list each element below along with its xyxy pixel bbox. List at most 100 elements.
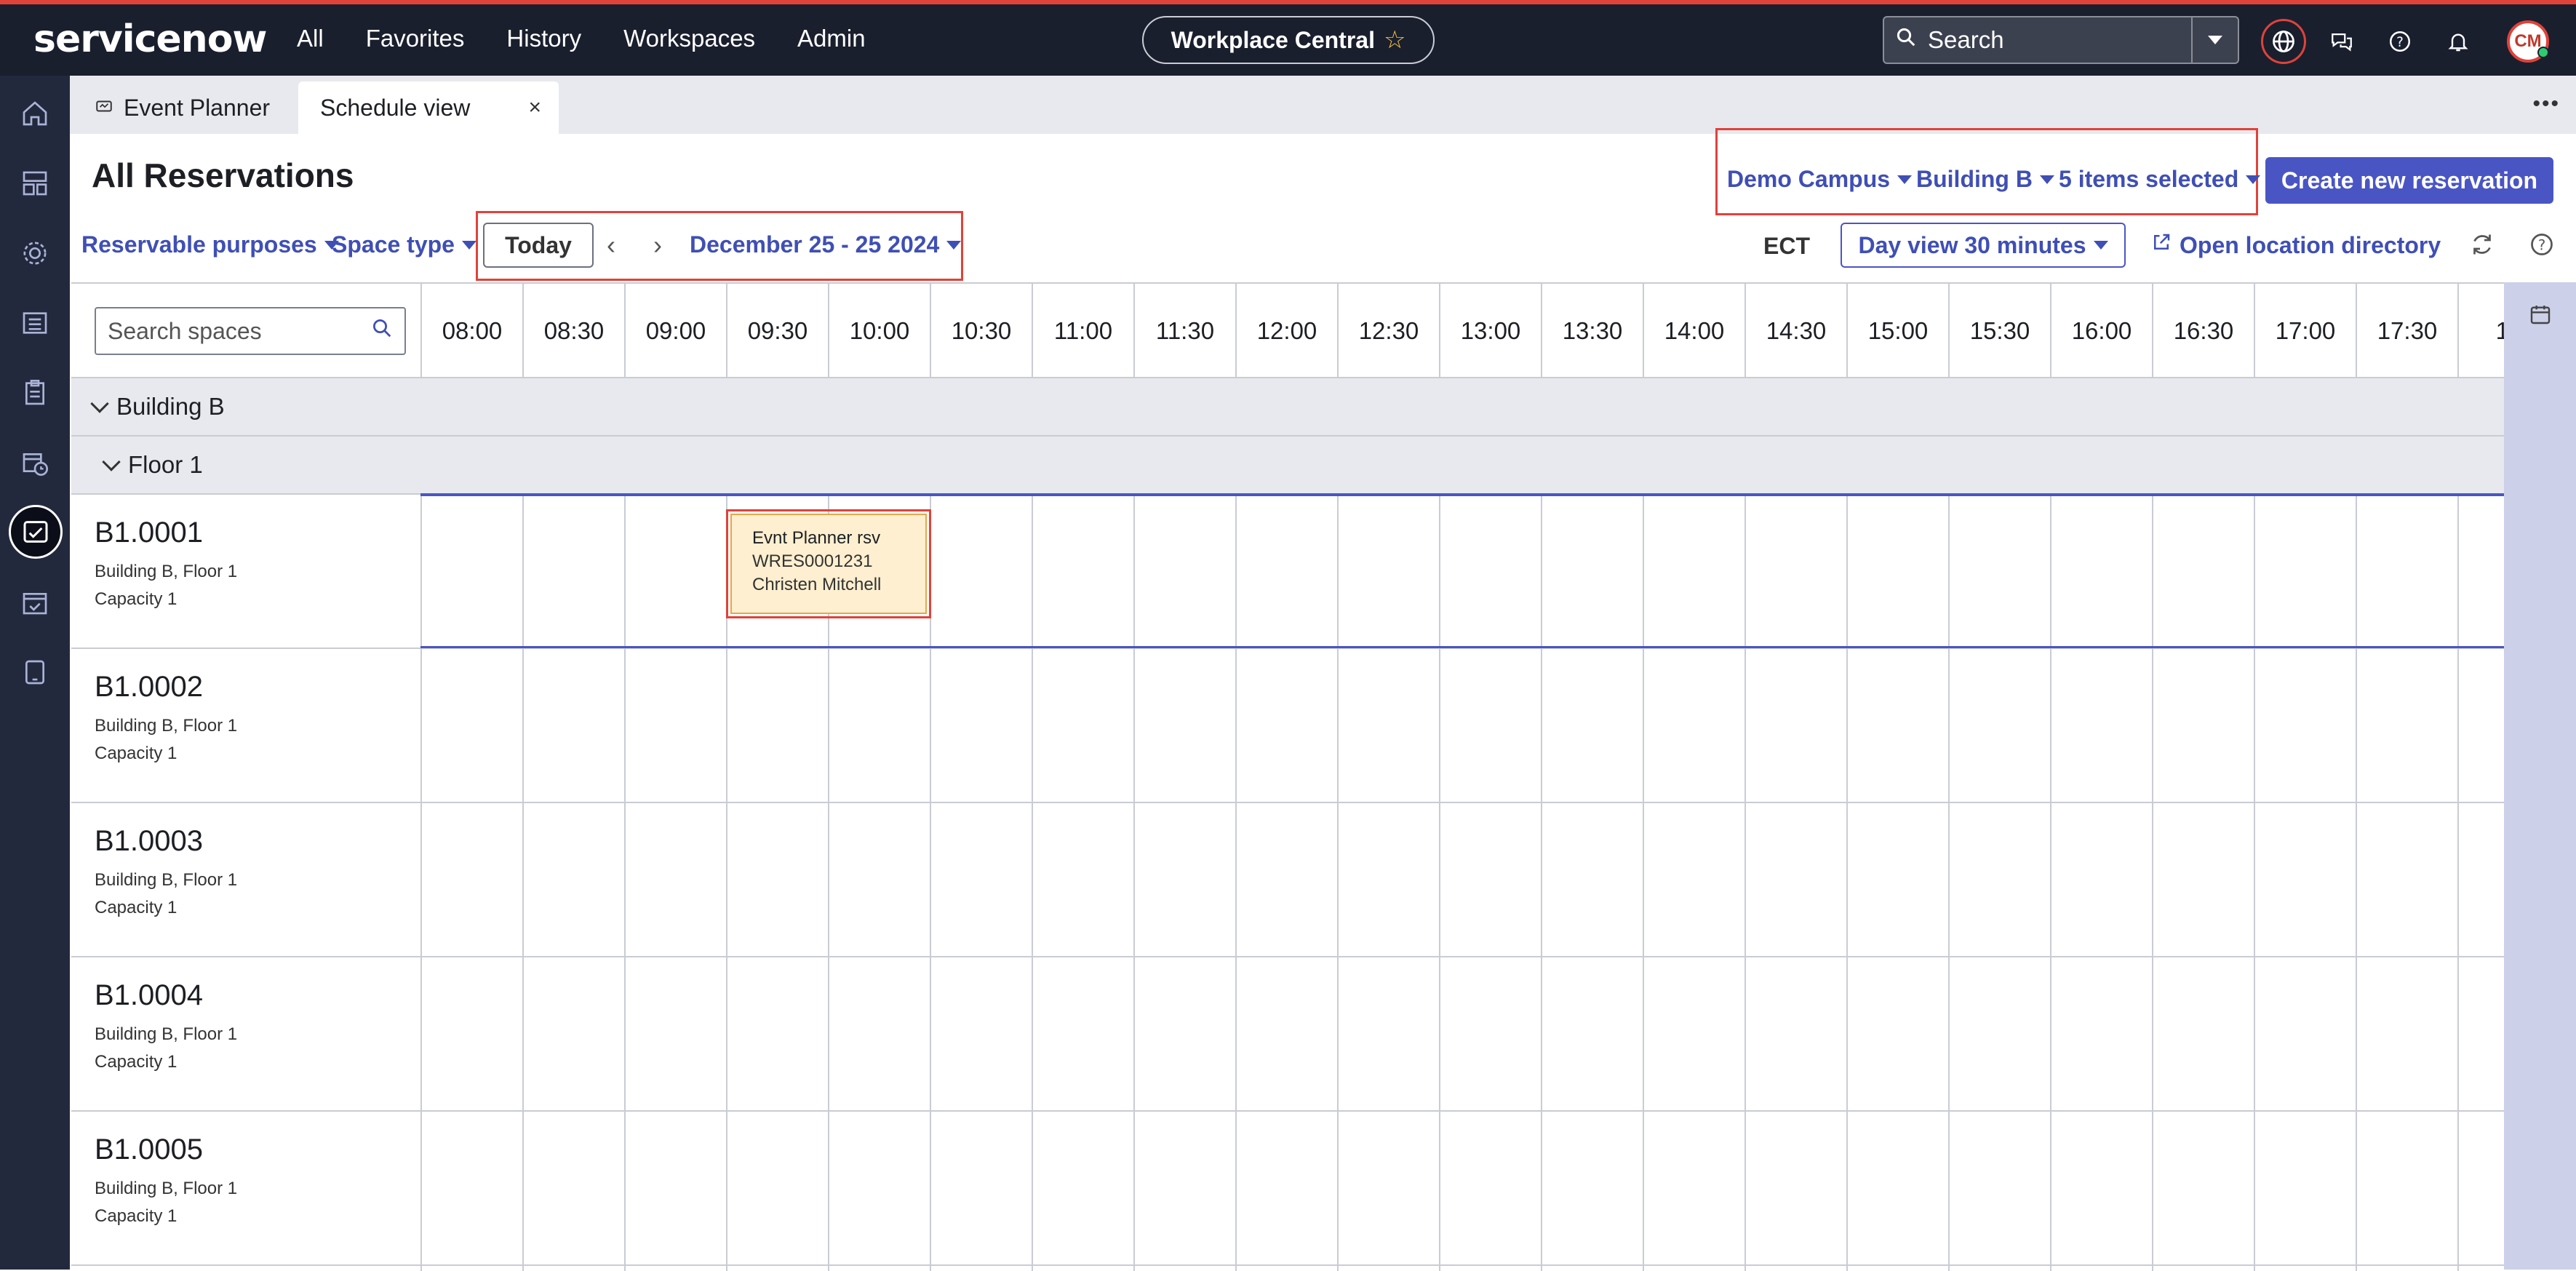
time-slot-header: 10:30: [930, 284, 1032, 378]
servicenow-logo[interactable]: servicenow: [33, 17, 267, 61]
dashboard-icon[interactable]: [13, 162, 57, 205]
user-avatar[interactable]: CM: [2507, 20, 2549, 63]
time-slot-header: 15:30: [1948, 284, 2050, 378]
nav-admin[interactable]: Admin: [797, 25, 866, 52]
calendar-icon[interactable]: [2529, 303, 2552, 330]
schedule-active-icon[interactable]: [9, 505, 63, 559]
time-slot-header: 17:00: [2254, 284, 2356, 378]
close-icon[interactable]: ×: [528, 95, 541, 120]
event-person: Christen Mitchell: [752, 575, 882, 594]
open-directory-label: Open location directory: [2180, 231, 2441, 258]
refresh-icon[interactable]: [2469, 231, 2495, 261]
open-location-directory-link[interactable]: Open location directory: [2150, 231, 2441, 259]
floor-group-row[interactable]: Floor 1: [71, 437, 2504, 495]
time-slot-header: 17:30: [2356, 284, 2457, 378]
grid-column-line: [1541, 495, 1542, 1271]
space-name[interactable]: B1.0004: [95, 979, 237, 1012]
next-day-icon[interactable]: ›: [653, 230, 662, 260]
reservable-purposes-dropdown[interactable]: Reservable purposes: [81, 231, 339, 258]
campus-dropdown[interactable]: Demo Campus: [1727, 166, 1913, 193]
time-slot-header: 16:30: [2152, 284, 2254, 378]
help-icon[interactable]: ?: [2529, 231, 2555, 261]
chat-icon[interactable]: [2324, 23, 2360, 60]
space-name[interactable]: B1.0002: [95, 671, 237, 704]
tab-label: Schedule view: [320, 94, 471, 121]
top-nav: servicenow All Favorites History Workspa…: [0, 0, 2576, 76]
bell-icon[interactable]: [2440, 23, 2476, 60]
time-slot-header: 13:00: [1439, 284, 1541, 378]
today-button[interactable]: Today: [483, 223, 594, 268]
search-scope-dropdown[interactable]: [2191, 17, 2238, 63]
calendar-clock-icon[interactable]: [13, 441, 57, 485]
left-rail: [0, 76, 70, 1270]
workspace-pill[interactable]: Workplace Central ☆: [1142, 16, 1435, 64]
building-group-row[interactable]: Building B: [71, 378, 2504, 437]
space-name[interactable]: B1.0001: [95, 517, 237, 549]
space-label: B1.0002 Building B, Floor 1 Capacity 1: [95, 671, 237, 768]
nav-all[interactable]: All: [297, 25, 324, 52]
global-search[interactable]: Search: [1883, 16, 2239, 64]
space-location: Building B, Floor 1: [95, 716, 238, 736]
chevron-down-icon: [2039, 175, 2054, 184]
space-row[interactable]: B1.0005 Building B, Floor 1 Capacity 1: [71, 1112, 2504, 1266]
globe-icon[interactable]: [2265, 23, 2302, 60]
time-slot-header: 09:30: [726, 284, 828, 378]
time-slot-header: 14:00: [1643, 284, 1744, 378]
previous-day-icon[interactable]: ‹: [607, 230, 615, 260]
search-spaces-placeholder: Search spaces: [108, 317, 262, 344]
time-slot-header: 08:00: [420, 284, 522, 378]
time-slot-header: 15:00: [1846, 284, 1948, 378]
create-reservation-button[interactable]: Create new reservation: [2265, 157, 2553, 204]
time-slot-header: 08:30: [522, 284, 624, 378]
space-row[interactable]: B1.0002 Building B, Floor 1 Capacity 1: [71, 649, 2504, 803]
clipboard-icon[interactable]: [13, 371, 57, 415]
grid-column-line: [1643, 495, 1644, 1271]
building-label: Building B: [1916, 166, 2033, 192]
star-icon[interactable]: ☆: [1384, 25, 1405, 55]
space-row[interactable]: B1.0001 Building B, Floor 1 Capacity 1: [71, 495, 2504, 649]
tablet-icon[interactable]: [13, 650, 57, 694]
tab-strip: Event Planner Schedule view × •••: [70, 76, 2576, 134]
settings-users-icon[interactable]: [13, 231, 57, 275]
space-row[interactable]: B1.0003 Building B, Floor 1 Capacity 1: [71, 803, 2504, 957]
grid-column-line: [1032, 495, 1033, 1271]
tab-event-planner[interactable]: Event Planner: [77, 81, 287, 134]
nav-favorites[interactable]: Favorites: [366, 25, 465, 52]
schedule-grid: Search spaces 08:00 08:30 09:00 09:30 10:00 1…: [71, 282, 2522, 1271]
space-row[interactable]: B1.0004 Building B, Floor 1 Capacity 1: [71, 957, 2504, 1112]
tab-schedule-view[interactable]: Schedule view ×: [298, 81, 559, 134]
chevron-down-icon: [461, 240, 476, 250]
home-icon[interactable]: [13, 92, 57, 135]
space-type-label: Space type: [332, 231, 455, 258]
grid-header: Search spaces 08:00 08:30 09:00 09:30 10:00 1…: [71, 284, 2522, 378]
chevron-down-icon: [102, 453, 121, 471]
presence-dot: [2537, 47, 2549, 58]
nav-history[interactable]: History: [506, 25, 581, 52]
space-name[interactable]: B1.0003: [95, 825, 237, 858]
svg-text:?: ?: [2538, 237, 2545, 254]
space-name[interactable]: B1.0005: [95, 1133, 237, 1166]
building-dropdown[interactable]: Building B: [1916, 166, 2054, 193]
calendar-check-icon[interactable]: [13, 581, 57, 624]
space-label: B1.0003 Building B, Floor 1 Capacity 1: [95, 825, 237, 922]
building-group-label: Building B: [116, 393, 225, 420]
grid-column-line: [420, 495, 422, 1271]
more-options-icon[interactable]: •••: [2532, 92, 2560, 116]
tab-label: Event Planner: [124, 94, 271, 121]
items-selected-dropdown[interactable]: 5 items selected: [2059, 166, 2261, 193]
space-type-dropdown[interactable]: Space type: [332, 231, 476, 258]
dashboard-tab-icon: [95, 95, 113, 121]
space-location: Building B, Floor 1: [95, 562, 238, 581]
date-range-dropdown[interactable]: December 25 - 25 2024: [690, 231, 962, 258]
grid-column-line: [1744, 495, 1746, 1271]
reservable-purposes-label: Reservable purposes: [81, 231, 317, 258]
nav-workspaces[interactable]: Workspaces: [623, 25, 755, 52]
search-input[interactable]: Search: [1928, 26, 2191, 54]
space-capacity: Capacity 1: [95, 1052, 178, 1072]
reservation-event[interactable]: Evnt Planner rsv WRES0001231 Christen Mi…: [726, 509, 931, 618]
help-icon[interactable]: ?: [2382, 23, 2418, 60]
search-spaces-input[interactable]: Search spaces: [95, 307, 406, 355]
list-icon[interactable]: [13, 301, 57, 345]
day-view-dropdown[interactable]: Day view 30 minutes: [1841, 223, 2126, 268]
row-highlight-top: [420, 493, 2504, 496]
